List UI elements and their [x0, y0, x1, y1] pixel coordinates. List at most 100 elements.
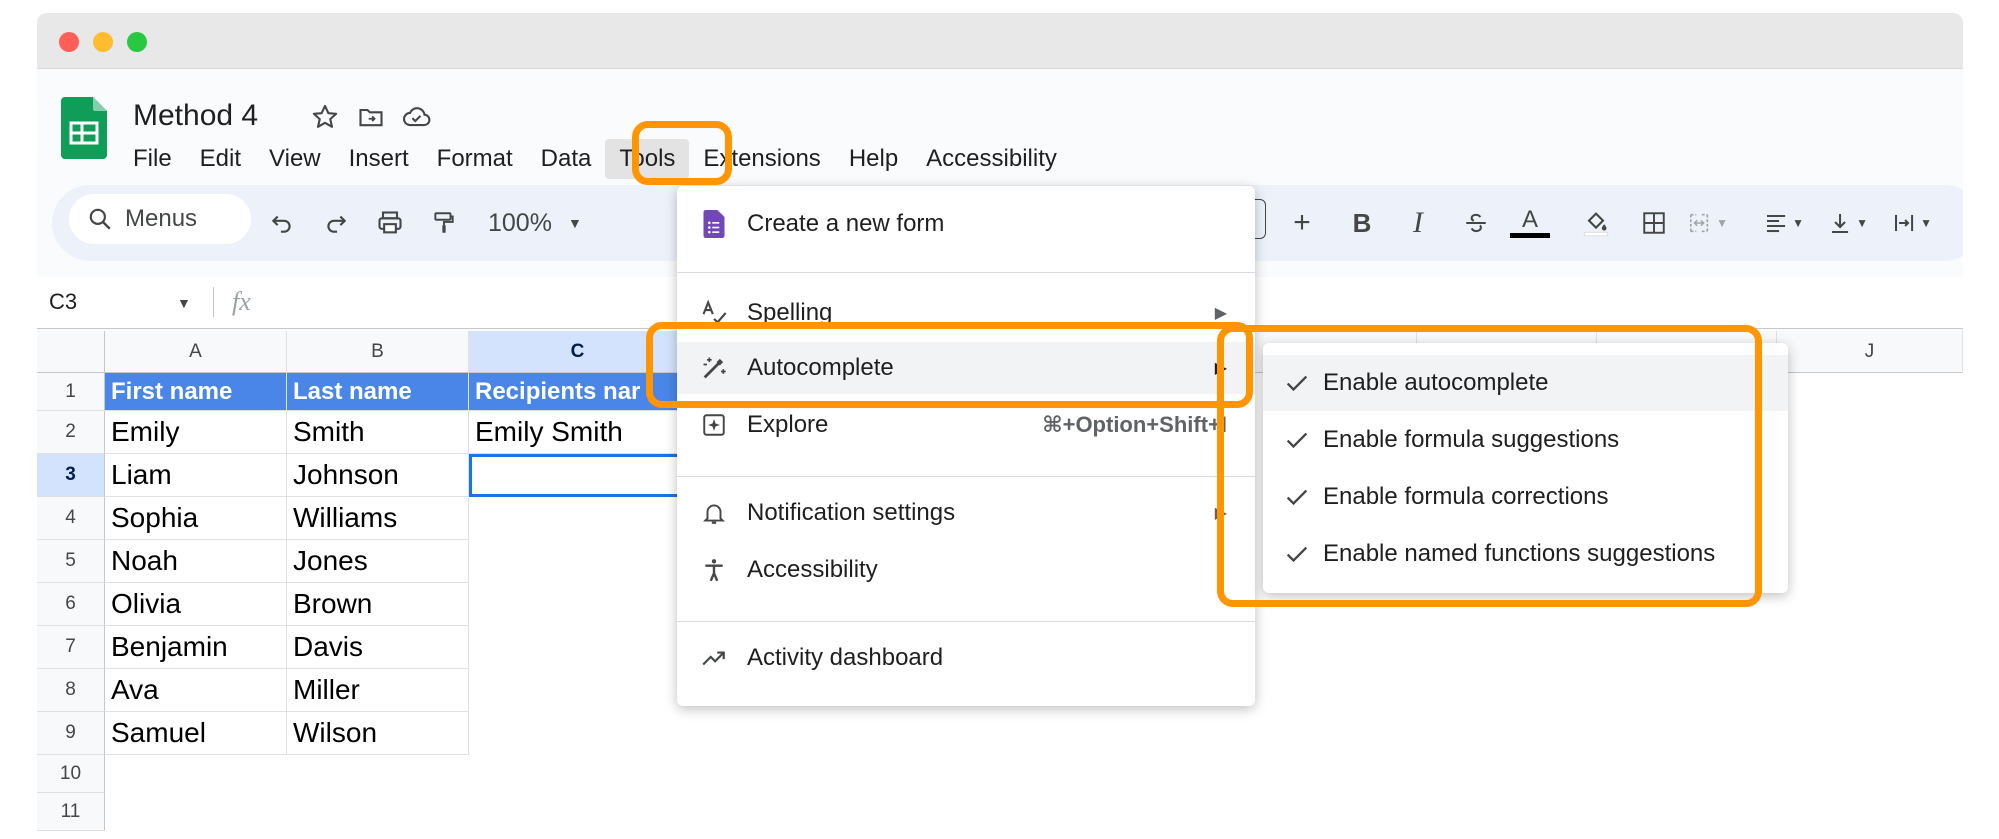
submenu-item-formula-suggestions[interactable]: Enable formula suggestions: [1263, 412, 1788, 468]
cell-b8[interactable]: Miller: [287, 669, 469, 712]
row-header-5[interactable]: 5: [37, 540, 105, 583]
star-icon[interactable]: [309, 101, 341, 133]
fill-color-icon[interactable]: [1576, 203, 1616, 243]
menus-search-box[interactable]: Menus: [69, 194, 251, 244]
text-color-button[interactable]: A: [1510, 203, 1550, 243]
menu-help[interactable]: Help: [835, 139, 912, 179]
increase-font-size-icon[interactable]: +: [1282, 203, 1322, 243]
check-icon: [1286, 546, 1308, 563]
row-header-6[interactable]: 6: [37, 583, 105, 626]
search-icon: [89, 208, 111, 230]
row-header-10[interactable]: 10: [37, 755, 105, 793]
menu-file[interactable]: File: [119, 139, 186, 179]
borders-icon[interactable]: [1634, 203, 1674, 243]
submenu-arrow-icon: ▶: [1214, 305, 1227, 322]
menu-edit[interactable]: Edit: [186, 139, 255, 179]
menu-item-notification-settings[interactable]: Notification settings ▶: [677, 487, 1255, 539]
menu-item-autocomplete[interactable]: Autocomplete ▶: [677, 342, 1255, 394]
row-header-9[interactable]: 9: [37, 712, 105, 755]
menu-extensions[interactable]: Extensions: [689, 139, 834, 179]
bell-icon: [699, 498, 729, 528]
menu-item-explore[interactable]: Explore ⌘+Option+Shift+I: [677, 399, 1255, 451]
column-header-c[interactable]: C: [469, 331, 687, 373]
menu-item-label: Autocomplete: [747, 354, 894, 381]
menu-item-activity-dashboard[interactable]: Activity dashboard: [677, 632, 1255, 684]
menu-item-create-form[interactable]: Create a new form: [677, 198, 1255, 250]
cell-b2[interactable]: Smith: [287, 411, 469, 454]
chevron-down-icon: ▼: [1716, 216, 1728, 230]
horizontal-align-icon[interactable]: ▼: [1764, 203, 1804, 243]
cell-c1[interactable]: Recipients nar: [469, 373, 687, 411]
row-header-7[interactable]: 7: [37, 626, 105, 669]
menu-item-accessibility[interactable]: Accessibility: [677, 544, 1255, 596]
vertical-align-icon[interactable]: ▼: [1828, 203, 1868, 243]
cell-b3[interactable]: Johnson: [287, 454, 469, 497]
chevron-down-icon: ▼: [1920, 216, 1932, 230]
zoom-select[interactable]: 100% ▼: [488, 203, 598, 243]
cell-c3-selected[interactable]: [469, 454, 687, 497]
submenu-item-enable-autocomplete[interactable]: Enable autocomplete: [1263, 355, 1788, 411]
menu-insert[interactable]: Insert: [335, 139, 423, 179]
cell-a6[interactable]: Olivia: [105, 583, 287, 626]
cell-a5[interactable]: Noah: [105, 540, 287, 583]
menu-tools[interactable]: Tools: [605, 139, 690, 179]
menu-item-spelling[interactable]: Spelling ▶: [677, 287, 1255, 339]
name-box[interactable]: C3: [49, 289, 77, 315]
menu-item-label: Notification settings: [747, 499, 956, 526]
cloud-saved-icon[interactable]: [401, 101, 433, 133]
bold-button[interactable]: B: [1342, 203, 1382, 243]
text-wrapping-icon[interactable]: ▼: [1892, 203, 1932, 243]
submenu-item-named-functions[interactable]: Enable named functions suggestions: [1263, 526, 1788, 582]
column-header-b[interactable]: B: [287, 331, 469, 373]
move-folder-icon[interactable]: [355, 101, 387, 133]
close-window-button[interactable]: [59, 32, 79, 52]
select-all-corner[interactable]: [37, 331, 105, 373]
cell-a4[interactable]: Sophia: [105, 497, 287, 540]
row-header-8[interactable]: 8: [37, 669, 105, 712]
cell-b4[interactable]: Williams: [287, 497, 469, 540]
zoom-value: 100%: [488, 208, 552, 237]
row-header-11[interactable]: 11: [37, 793, 105, 831]
redo-icon[interactable]: [316, 203, 356, 243]
row-header-4[interactable]: 4: [37, 497, 105, 540]
submenu-item-formula-corrections[interactable]: Enable formula corrections: [1263, 469, 1788, 525]
menus-search-label: Menus: [125, 205, 198, 232]
document-title[interactable]: Method 4: [133, 99, 258, 133]
menu-accessibility[interactable]: Accessibility: [912, 139, 1071, 179]
minimize-window-button[interactable]: [93, 32, 113, 52]
keyboard-shortcut: ⌘+Option+Shift+I: [1042, 412, 1227, 437]
explore-icon: [699, 410, 729, 440]
menu-item-label: Spelling: [747, 299, 833, 326]
cell-b5[interactable]: Jones: [287, 540, 469, 583]
italic-button[interactable]: I: [1398, 203, 1438, 243]
cell-a1[interactable]: First name: [105, 373, 287, 411]
cell-b1[interactable]: Last name: [287, 373, 469, 411]
undo-icon[interactable]: [262, 203, 302, 243]
cell-a2[interactable]: Emily: [105, 411, 287, 454]
cell-b9[interactable]: Wilson: [287, 712, 469, 755]
submenu-item-label: Enable formula corrections: [1323, 483, 1609, 510]
fx-icon: fx: [232, 287, 251, 316]
paint-format-icon[interactable]: [424, 203, 464, 243]
print-icon[interactable]: [370, 203, 410, 243]
column-header-j[interactable]: J: [1777, 331, 1963, 373]
column-header-a[interactable]: A: [105, 331, 287, 373]
menu-format[interactable]: Format: [423, 139, 527, 179]
cell-a9[interactable]: Samuel: [105, 712, 287, 755]
cell-a7[interactable]: Benjamin: [105, 626, 287, 669]
cell-b6[interactable]: Brown: [287, 583, 469, 626]
menu-view[interactable]: View: [255, 139, 335, 179]
chevron-down-icon[interactable]: ▼: [177, 295, 191, 311]
merge-cells-icon[interactable]: ▼: [1688, 203, 1728, 243]
strikethrough-icon[interactable]: [1456, 203, 1496, 243]
cell-a3[interactable]: Liam: [105, 454, 287, 497]
cell-b7[interactable]: Davis: [287, 626, 469, 669]
menu-data[interactable]: Data: [527, 139, 606, 179]
maximize-window-button[interactable]: [127, 32, 147, 52]
sheets-logo-icon[interactable]: [61, 97, 107, 159]
row-header-2[interactable]: 2: [37, 411, 105, 454]
cell-a8[interactable]: Ava: [105, 669, 287, 712]
row-header-3[interactable]: 3: [37, 454, 105, 497]
row-header-1[interactable]: 1: [37, 373, 105, 411]
cell-c2[interactable]: Emily Smith: [469, 411, 687, 454]
